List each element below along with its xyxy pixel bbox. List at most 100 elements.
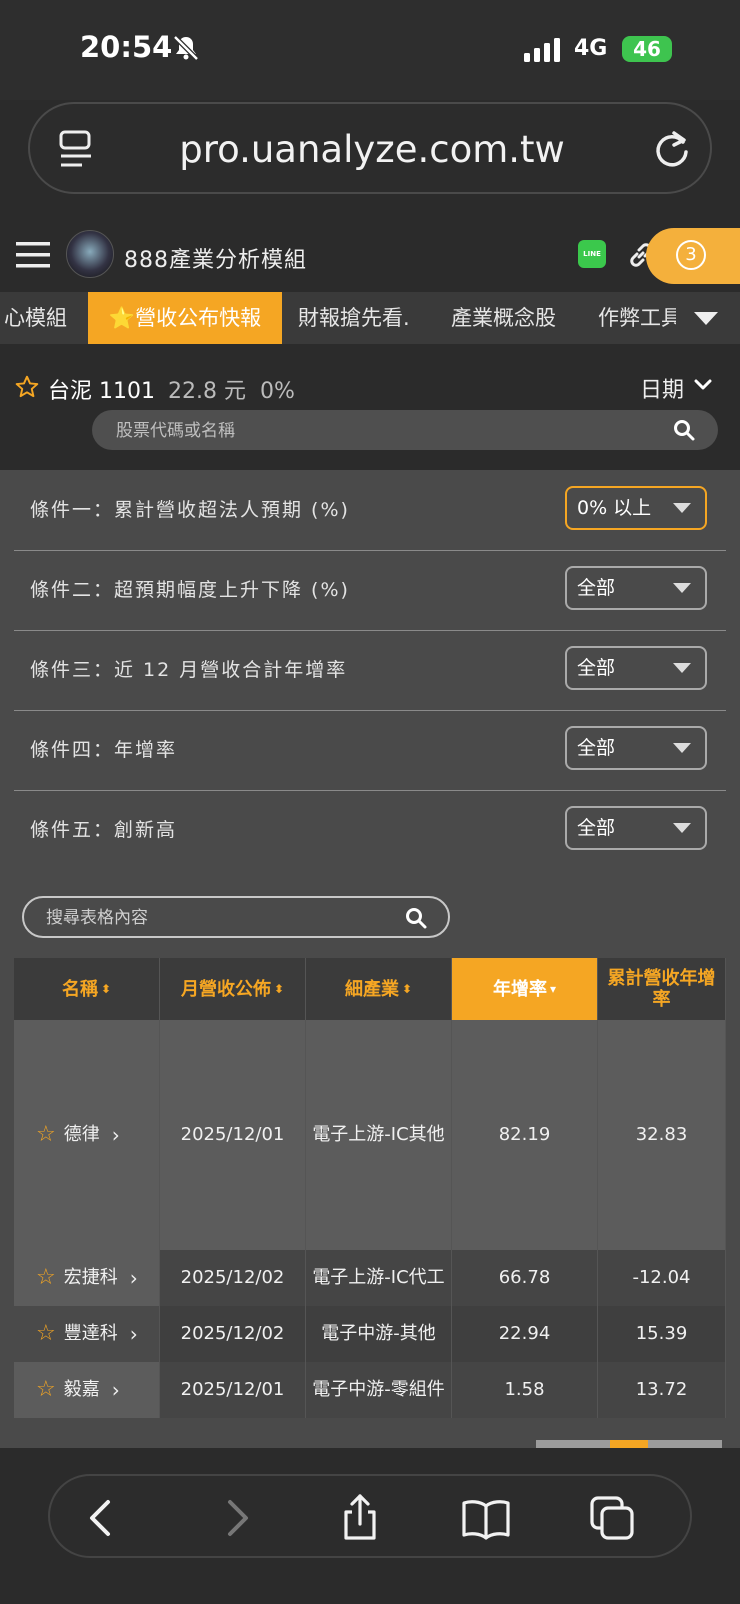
star-icon[interactable]: ☆ bbox=[36, 1267, 56, 1289]
tab-bar: 心模組 ⭐營收公布快報 財報搶先看. 產業概念股 作弊工具 bbox=[0, 292, 740, 344]
table-cell-yoy: 66.78 bbox=[452, 1250, 598, 1306]
stock-name[interactable]: 豐達科 bbox=[64, 1323, 118, 1345]
stock-name[interactable]: 台泥 1101 bbox=[48, 373, 155, 405]
select-value: 全部 bbox=[577, 817, 616, 839]
table-cell-yoy: 1.58 bbox=[452, 1362, 598, 1418]
select-value: 0% 以上 bbox=[577, 497, 652, 519]
sort-desc-icon: ▾ bbox=[549, 981, 557, 996]
sort-icon: ⬍ bbox=[100, 981, 112, 996]
avatar[interactable] bbox=[66, 230, 114, 278]
star-icon[interactable]: ☆ bbox=[36, 1124, 56, 1146]
header-label: 細產業 bbox=[344, 978, 399, 1000]
network-type: 4G bbox=[574, 36, 608, 61]
table-cell-date: 2025/12/01 bbox=[160, 1020, 306, 1250]
star-icon[interactable]: ☆ bbox=[36, 1379, 56, 1401]
table-search-box bbox=[22, 896, 450, 938]
condition-select[interactable]: 全部 bbox=[565, 806, 707, 850]
tabs-icon[interactable] bbox=[586, 1492, 638, 1544]
results-table: 名稱 ⬍ 月營收公佈 ⬍ 細產業 ⬍ 年增率 ▾ 累計營收年增率 ☆ 德律 › 2025/1… bbox=[14, 958, 726, 1420]
condition-label: 條件一：累計營收超法人預期 (%) bbox=[30, 499, 350, 521]
address-bar[interactable]: pro.uanalyze.com.tw bbox=[28, 102, 712, 194]
chevron-right-icon[interactable]: › bbox=[112, 1124, 120, 1146]
table-row-name[interactable]: ☆ 毅嘉 › bbox=[14, 1362, 160, 1418]
caret-down-icon bbox=[673, 663, 691, 673]
bell-muted-icon bbox=[173, 35, 199, 61]
line-icon[interactable]: LINE bbox=[578, 240, 606, 268]
tab-revenue-news[interactable]: ⭐營收公布快報 bbox=[88, 292, 282, 344]
stock-search-input[interactable] bbox=[114, 410, 658, 452]
header-label: 名稱 bbox=[61, 978, 98, 1000]
sort-icon: ⬍ bbox=[401, 981, 413, 996]
chevron-right-icon[interactable]: › bbox=[130, 1267, 138, 1289]
table-cell-industry: 電子中游-零組件 bbox=[306, 1362, 452, 1418]
header-label: 年增率 bbox=[492, 978, 547, 1000]
table-cell-yoy: 22.94 bbox=[452, 1306, 598, 1362]
notification-count-badge[interactable]: 3 bbox=[676, 240, 706, 270]
share-icon[interactable] bbox=[334, 1492, 386, 1544]
condition-row: 條件三：近 12 月營收合計年增率 全部 bbox=[14, 630, 726, 711]
select-value: 全部 bbox=[577, 657, 616, 679]
url-text[interactable]: pro.uanalyze.com.tw bbox=[30, 128, 714, 171]
column-header-yoy[interactable]: 年增率 ▾ bbox=[452, 958, 598, 1020]
table-search-input[interactable] bbox=[44, 898, 388, 938]
status-bar: 20:54 4G 46 bbox=[0, 0, 740, 100]
browser-toolbar bbox=[48, 1474, 692, 1558]
table-cell-cumulative-yoy: 15.39 bbox=[598, 1306, 726, 1362]
table-cell-cumulative-yoy: -12.04 bbox=[598, 1250, 726, 1306]
star-icon[interactable] bbox=[14, 374, 40, 400]
condition-select[interactable]: 全部 bbox=[565, 646, 707, 690]
column-header-name[interactable]: 名稱 ⬍ bbox=[14, 958, 160, 1020]
signal-icon bbox=[524, 38, 560, 62]
star-icon[interactable]: ☆ bbox=[36, 1323, 56, 1345]
chevron-right-icon[interactable]: › bbox=[130, 1323, 138, 1345]
stock-price-change: 22.8 元 0% bbox=[168, 379, 295, 404]
table-row-name[interactable]: ☆ 德律 › bbox=[14, 1020, 160, 1250]
battery-icon: 46 bbox=[622, 36, 672, 62]
table-row-name[interactable]: ☆ 豐達科 › bbox=[14, 1306, 160, 1362]
condition-row: 條件五：創新高 全部 bbox=[14, 790, 726, 870]
scrollbar-thumb[interactable] bbox=[610, 1440, 648, 1448]
condition-label: 條件五：創新高 bbox=[30, 819, 178, 841]
search-icon[interactable] bbox=[404, 906, 428, 930]
table-cell-industry: 電子中游-其他 bbox=[306, 1306, 452, 1362]
date-sort-dropdown[interactable]: 日期 bbox=[640, 372, 684, 404]
app-header: 888產業分析模組 LINE bbox=[0, 222, 740, 290]
chevron-down-icon[interactable] bbox=[694, 378, 712, 392]
caret-down-icon bbox=[673, 503, 691, 513]
tab-industry-concept[interactable]: 產業概念股 bbox=[451, 292, 556, 344]
chevron-down-icon[interactable] bbox=[694, 312, 718, 325]
stock-name[interactable]: 毅嘉 bbox=[64, 1379, 100, 1401]
app-title: 888產業分析模組 bbox=[124, 248, 307, 273]
tab-cheat-tools[interactable]: 作弊工具 bbox=[598, 292, 682, 344]
condition-row: 條件一：累計營收超法人預期 (%) 0% 以上 bbox=[14, 470, 726, 551]
tab-financial-preview[interactable]: 財報搶先看. bbox=[298, 292, 410, 344]
hamburger-menu-icon[interactable] bbox=[16, 240, 50, 270]
tab-core-module[interactable]: 心模組 bbox=[4, 292, 67, 344]
condition-select[interactable]: 0% 以上 bbox=[565, 486, 707, 530]
column-header-industry[interactable]: 細產業 ⬍ bbox=[306, 958, 452, 1020]
table-row-name[interactable]: ☆ 宏捷科 › bbox=[14, 1250, 160, 1306]
table-cell-date: 2025/12/02 bbox=[160, 1250, 306, 1306]
condition-select[interactable]: 全部 bbox=[565, 726, 707, 770]
search-icon[interactable] bbox=[672, 418, 696, 442]
stock-search-box bbox=[92, 410, 718, 452]
condition-label: 條件四：年增率 bbox=[30, 739, 178, 761]
chevron-right-icon[interactable]: › bbox=[112, 1379, 120, 1401]
bookmarks-icon[interactable] bbox=[460, 1492, 512, 1544]
forward-icon[interactable] bbox=[210, 1492, 262, 1544]
table-cell-industry: 電子上游-IC其他 bbox=[306, 1020, 452, 1250]
table-cell-cumulative-yoy: 13.72 bbox=[598, 1362, 726, 1418]
condition-row: 條件二：超預期幅度上升下降 (%) 全部 bbox=[14, 550, 726, 631]
column-header-cumulative-yoy[interactable]: 累計營收年增率 bbox=[598, 958, 726, 1020]
table-cell-industry: 電子上游-IC代工 bbox=[306, 1250, 452, 1306]
battery-level: 46 bbox=[633, 37, 661, 61]
select-value: 全部 bbox=[577, 577, 616, 599]
back-icon[interactable] bbox=[76, 1492, 128, 1544]
stock-name[interactable]: 宏捷科 bbox=[64, 1267, 118, 1289]
reload-icon[interactable] bbox=[652, 128, 692, 170]
stock-name[interactable]: 德律 bbox=[64, 1124, 100, 1146]
column-header-date[interactable]: 月營收公佈 ⬍ bbox=[160, 958, 306, 1020]
caret-down-icon bbox=[673, 583, 691, 593]
clock: 20:54 bbox=[80, 30, 173, 64]
condition-select[interactable]: 全部 bbox=[565, 566, 707, 610]
